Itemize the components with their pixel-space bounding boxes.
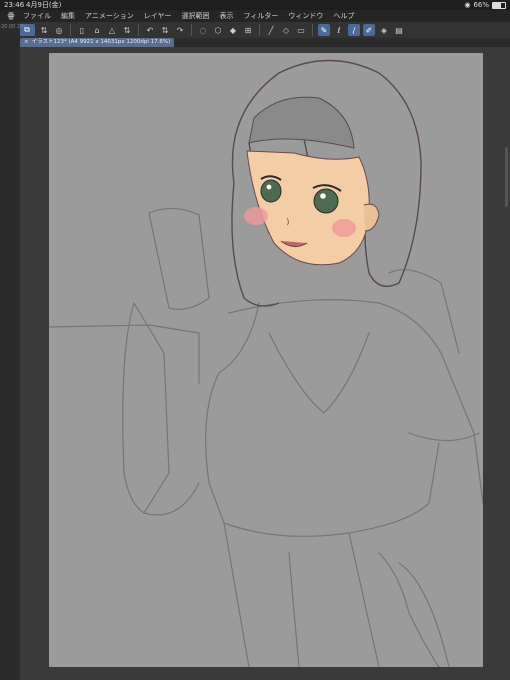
pencil-icon[interactable]: ∕ [348,24,360,36]
menu-filter[interactable]: フィルター [239,10,284,22]
document-tabs: × イラスト123* (A4 9921 x 14031px 1200dpi 17.… [20,38,175,47]
menu-view[interactable]: 表示 [215,10,239,22]
menu-window[interactable]: ウィンドウ [283,10,328,22]
drawing-canvas[interactable] [49,53,483,667]
vertical-scrollbar[interactable] [505,147,508,207]
toolbar: ☰ ⧉ ⇅ ◎ ▯ ⌂ △ ⇅ ↶ ⇅ ↷ ◌ ⬡ ◆ ⊞ ╱ ◇ ▭ ✎ ℓ … [0,22,510,38]
toolbar-divider [312,24,313,36]
menu-bar: ꙮ ファイル 編集 アニメーション レイヤー 選択範囲 表示 フィルター ウィン… [0,10,510,22]
notes-icon[interactable]: ▤ [393,24,405,36]
menu-layer[interactable]: レイヤー [139,10,177,22]
status-bar: 23:46 4月9日(金) ◉ 66% [0,0,510,10]
crop-icon[interactable]: ⊞ [242,24,254,36]
battery-fill [493,2,501,8]
battery-icon [492,1,506,9]
ruler-icon-2[interactable]: ◇ [280,24,292,36]
menu-file[interactable]: ファイル [18,10,56,22]
toolbar-divider [259,24,260,36]
menu-selection[interactable]: 選択範囲 [177,10,215,22]
battery-percent: 66% [473,1,489,9]
menu-edit[interactable]: 編集 [56,10,80,22]
ruler-icon-3[interactable]: ▭ [295,24,307,36]
zoom-readout: 20.00 20 [1,24,24,30]
stepper-icon-2[interactable]: ⇅ [121,24,133,36]
status-date: 4月9日(金) [26,1,62,9]
new-icon[interactable]: ▯ [76,24,88,36]
redo-icon[interactable]: ⇅ [159,24,171,36]
save-icon[interactable]: △ [106,24,118,36]
wifi-icon: ◉ [464,1,471,9]
status-time: 23:46 [4,1,25,9]
fill-icon[interactable]: ◆ [227,24,239,36]
menu-animation[interactable]: アニメーション [80,10,139,22]
brush-icon[interactable]: ℓ [333,24,345,36]
view-icon[interactable]: ◎ [53,24,65,36]
toolbar-divider [70,24,71,36]
ruler-icon[interactable]: ╱ [265,24,277,36]
undo-icon[interactable]: ↶ [144,24,156,36]
transform-icon[interactable]: ⬡ [212,24,224,36]
pen-icon[interactable]: ✎ [318,24,330,36]
stepper-icon[interactable]: ⇅ [38,24,50,36]
open-icon[interactable]: ⌂ [91,24,103,36]
marker-icon[interactable]: ✐ [363,24,375,36]
clip-studio-icon[interactable]: ꙮ [4,10,18,22]
select-icon[interactable]: ◌ [197,24,209,36]
toolbar-divider [138,24,139,36]
menu-help[interactable]: ヘルプ [328,10,359,22]
status-right: ◉ 66% [464,0,506,10]
eraser-icon[interactable]: ◈ [378,24,390,36]
illustration-artwork [49,59,483,667]
toolbar-divider [191,24,192,36]
left-strip: 20.00 20 [0,22,24,680]
close-icon[interactable]: × [24,39,29,45]
redo-icon-2[interactable]: ↷ [174,24,186,36]
document-tab[interactable]: × イラスト123* (A4 9921 x 14031px 1200dpi 17.… [20,38,175,47]
document-tab-label: イラスト123* (A4 9921 x 14031px 1200dpi 17.6… [31,39,171,45]
